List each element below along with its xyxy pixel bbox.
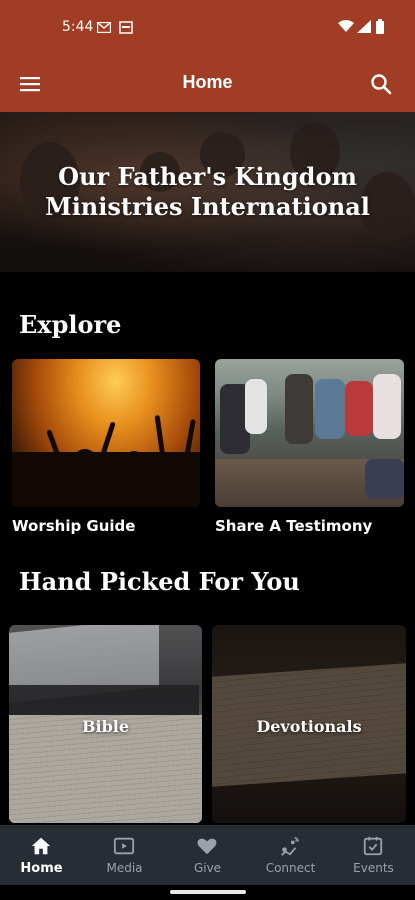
nav-home-label: Home bbox=[20, 861, 63, 876]
signal-icon bbox=[357, 20, 371, 33]
nav-events[interactable]: Events bbox=[332, 825, 415, 885]
status-bar: 5:44 bbox=[0, 0, 415, 56]
page-title: Home bbox=[182, 72, 233, 92]
hero-headline-line1: Our Father's Kingdom bbox=[58, 162, 357, 191]
nav-media[interactable]: Media bbox=[83, 825, 166, 885]
share-testimony-label[interactable]: Share A Testimony bbox=[215, 517, 372, 535]
share-testimony-card[interactable] bbox=[215, 359, 404, 507]
video-icon bbox=[113, 837, 135, 855]
nav-give[interactable]: Give bbox=[166, 825, 249, 885]
calendar-icon bbox=[119, 21, 133, 34]
wifi-icon bbox=[338, 20, 354, 32]
nav-home[interactable]: Home bbox=[0, 825, 83, 885]
app-bar: Home bbox=[0, 56, 415, 112]
nav-give-label: Give bbox=[193, 861, 222, 875]
home-icon bbox=[31, 837, 51, 855]
battery-icon bbox=[376, 19, 384, 34]
worship-guide-label[interactable]: Worship Guide bbox=[12, 517, 135, 535]
hero-headline: Our Father's Kingdom Ministries Internat… bbox=[0, 162, 415, 222]
search-icon[interactable] bbox=[369, 72, 393, 96]
nav-events-label: Events bbox=[353, 861, 394, 875]
status-time: 5:44 bbox=[62, 19, 94, 35]
bottom-nav: Home Media Give Connect Events bbox=[0, 825, 415, 885]
nav-connect[interactable]: Connect bbox=[249, 825, 332, 885]
calendar-check-icon bbox=[363, 836, 383, 856]
gmail-icon bbox=[97, 22, 111, 33]
heart-icon bbox=[197, 838, 217, 855]
bible-card[interactable]: Bible bbox=[9, 625, 202, 823]
explore-title: Explore bbox=[19, 310, 122, 339]
hero-banner[interactable]: Our Father's Kingdom Ministries Internat… bbox=[0, 112, 415, 272]
devotionals-card[interactable]: Devotionals bbox=[212, 625, 406, 823]
hero-headline-line2: Ministries International bbox=[45, 192, 370, 221]
connect-icon bbox=[281, 836, 300, 856]
nav-media-label: Media bbox=[106, 861, 143, 875]
hand-picked-title: Hand Picked For You bbox=[19, 567, 300, 596]
bible-label: Bible bbox=[81, 717, 130, 736]
nav-connect-label: Connect bbox=[265, 861, 316, 875]
worship-guide-card[interactable] bbox=[12, 359, 200, 507]
devotionals-label: Devotionals bbox=[256, 717, 362, 736]
gesture-handle[interactable] bbox=[170, 890, 246, 894]
